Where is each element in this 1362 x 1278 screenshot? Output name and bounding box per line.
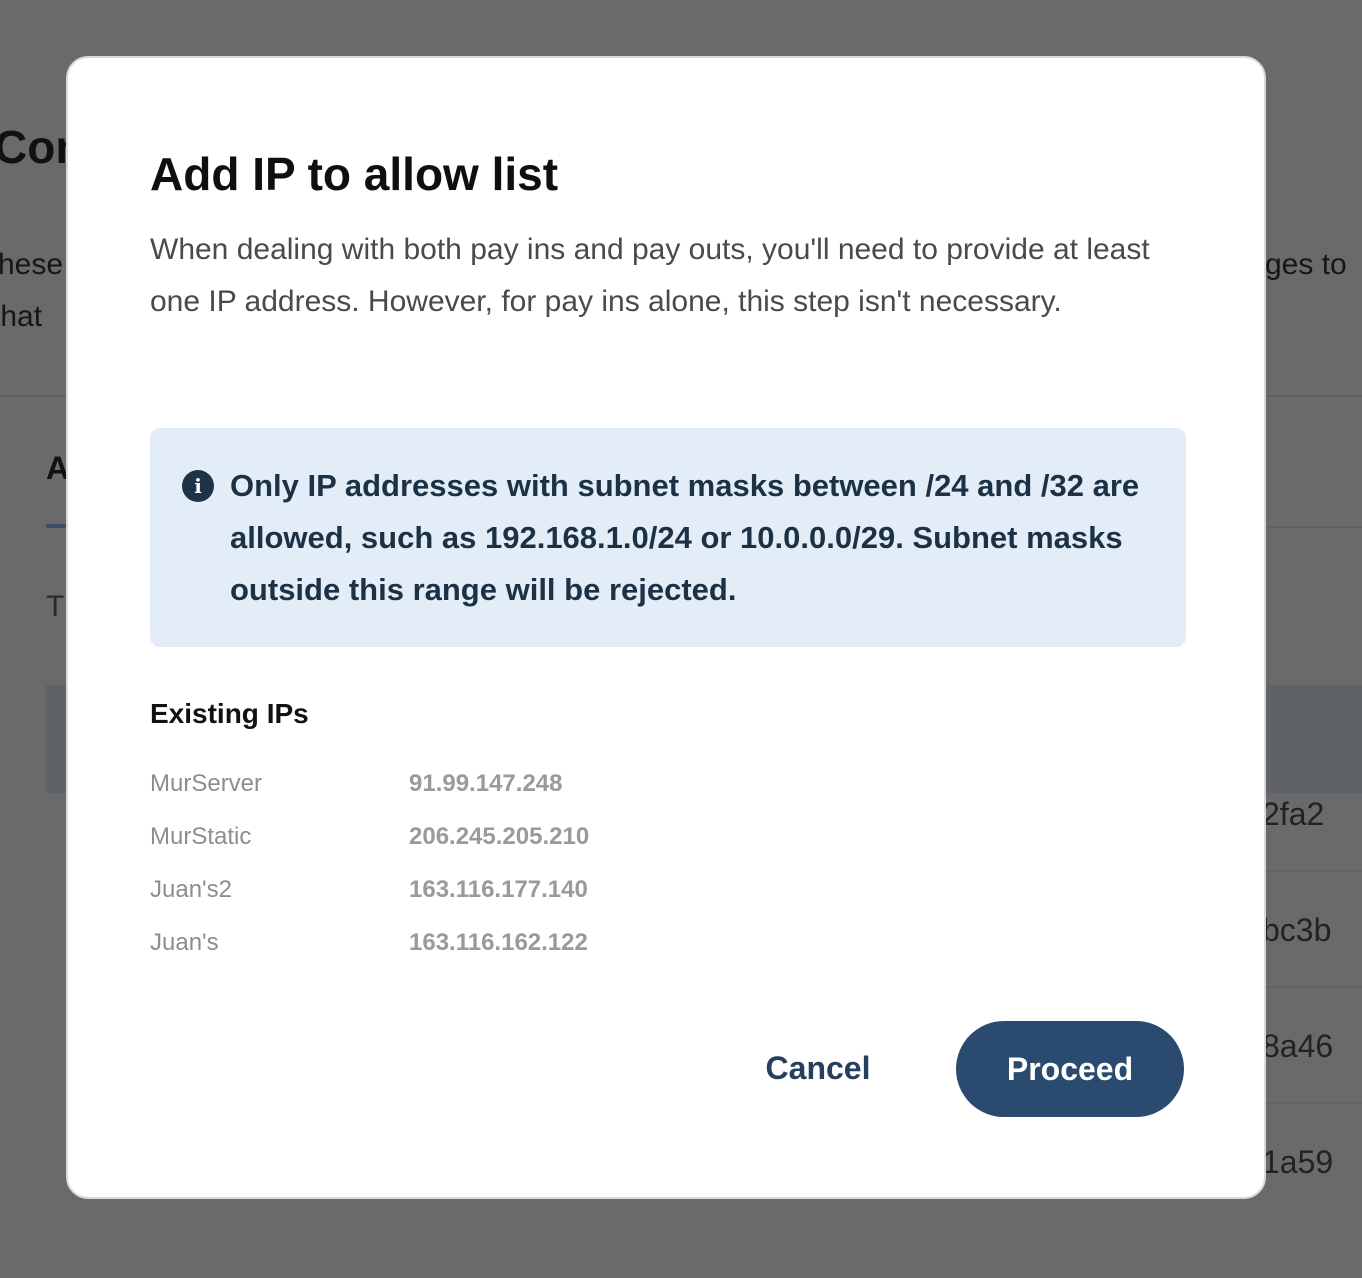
modal-title: Add IP to allow list [150,148,559,200]
info-icon: i [182,470,214,502]
background-table-cell: 8a46 [1262,1028,1334,1064]
ip-address: 163.116.177.140 [409,876,588,903]
background-row-divider [1265,870,1362,872]
ip-address: 163.116.162.122 [409,929,588,956]
modal-description: When dealing with both pay ins and pay o… [150,233,1150,318]
existing-ip-row: MurStatic 206.245.205.210 [150,823,850,863]
cancel-button[interactable]: Cancel [740,1048,896,1088]
proceed-button[interactable]: Proceed [956,1021,1184,1117]
ip-name: MurStatic [150,823,252,850]
background-description-line: ges to [1265,248,1347,281]
background-table-cell: bc3b [1262,912,1332,948]
existing-ip-row: Juan's2 163.116.177.140 [150,876,850,916]
background-tabs-line [1265,526,1362,528]
ip-address: 206.245.205.210 [409,823,590,850]
info-callout-text: Only IP addresses with subnet masks betw… [230,468,1140,607]
ip-name: Juan's2 [150,876,232,903]
ip-name: Juan's [150,929,219,956]
ip-name: MurServer [150,770,263,797]
background-table-cell: 1a59 [1262,1144,1334,1180]
existing-ip-row: MurServer 91.99.147.248 [150,770,850,810]
info-callout: i Only IP addresses with subnet masks be… [150,428,1186,647]
background-row-divider [1265,1102,1362,1104]
add-ip-modal: Add IP to allow list When dealing with b… [66,56,1266,1199]
background-subtext: T [46,590,65,623]
background-table-cell: 2fa2 [1262,796,1325,832]
ip-address: 91.99.147.248 [409,770,563,797]
background-row-divider [1265,986,1362,988]
existing-ips-title: Existing IPs [150,698,309,729]
background-description-line: that [0,300,43,333]
existing-ip-row: Juan's 163.116.162.122 [150,929,850,969]
background-description-line: hese [0,248,64,281]
